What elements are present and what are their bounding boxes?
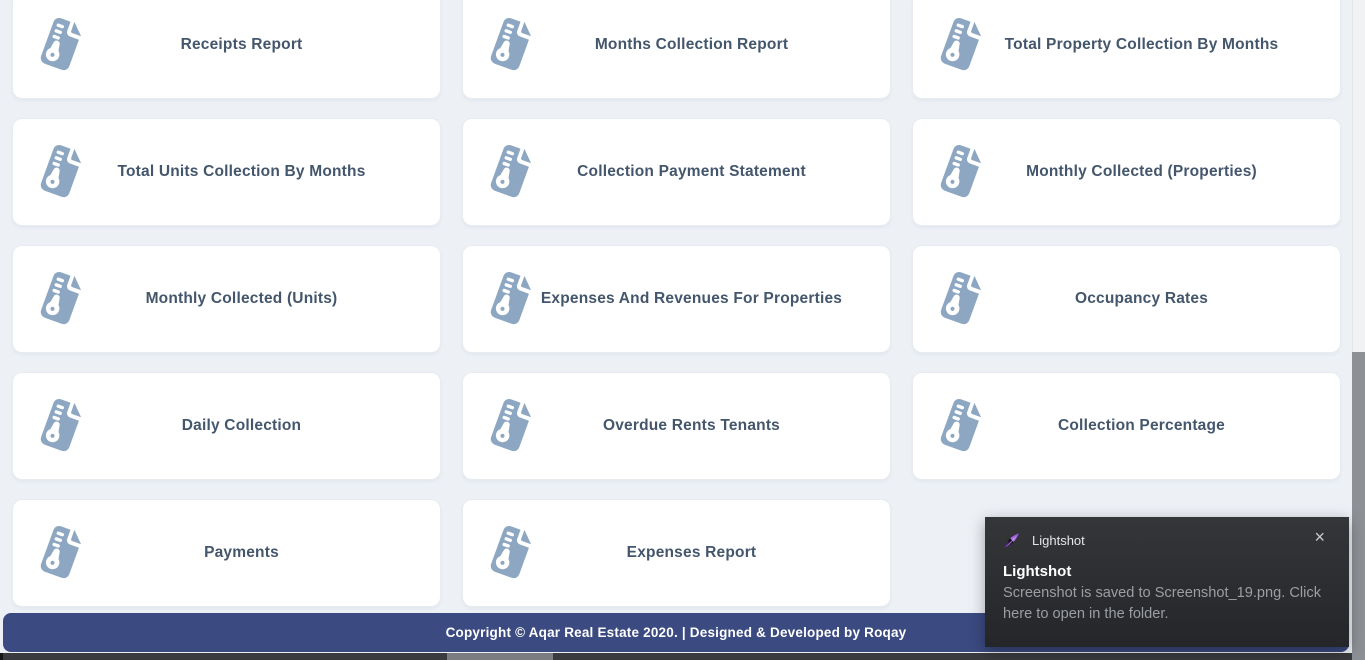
report-card[interactable]: Monthly Collected (Units): [12, 245, 441, 353]
report-file-icon: [940, 398, 982, 452]
report-card[interactable]: Payments: [12, 499, 441, 607]
report-file-icon: [40, 17, 82, 71]
report-file-icon: [40, 271, 82, 325]
toast-body-text[interactable]: Screenshot is saved to Screenshot_19.png…: [1003, 583, 1327, 624]
report-card[interactable]: Receipts Report: [12, 0, 441, 99]
close-icon[interactable]: ×: [1314, 528, 1325, 546]
report-card[interactable]: Overdue Rents Tenants: [462, 372, 891, 480]
report-file-icon: [40, 525, 82, 579]
report-card[interactable]: Monthly Collected (Properties): [912, 118, 1341, 226]
report-file-icon: [40, 144, 82, 198]
report-file-icon: [940, 144, 982, 198]
report-file-icon: [490, 271, 532, 325]
report-card[interactable]: Months Collection Report: [462, 0, 891, 99]
report-card[interactable]: Daily Collection: [12, 372, 441, 480]
report-file-icon: [490, 144, 532, 198]
toast-title: Lightshot: [1003, 563, 1072, 580]
reports-grid: Receipts Report Months Collection Report: [12, 0, 1342, 607]
lightshot-notification[interactable]: Lightshot × Lightshot Screenshot is save…: [985, 517, 1349, 647]
report-file-icon: [490, 17, 532, 71]
lightshot-feather-icon: [1005, 532, 1019, 548]
report-file-icon: [940, 271, 982, 325]
report-file-icon: [40, 398, 82, 452]
report-card[interactable]: Expenses And Revenues For Properties: [462, 245, 891, 353]
report-card[interactable]: Expenses Report: [462, 499, 891, 607]
report-card[interactable]: Occupancy Rates: [912, 245, 1341, 353]
taskbar-active-segment: [447, 653, 553, 660]
report-file-icon: [490, 398, 532, 452]
report-card[interactable]: Total Units Collection By Months: [12, 118, 441, 226]
report-card[interactable]: Collection Percentage: [912, 372, 1341, 480]
report-card[interactable]: Total Property Collection By Months: [912, 0, 1341, 99]
report-file-icon: [940, 17, 982, 71]
scrollbar-thumb[interactable]: [1352, 352, 1365, 660]
taskbar-left-cap: [0, 653, 3, 660]
toast-header: Lightshot: [1003, 530, 1333, 550]
footer-copyright-text: Copyright © Aqar Real Estate 2020. | Des…: [445, 625, 907, 640]
report-card[interactable]: Collection Payment Statement: [462, 118, 891, 226]
report-file-icon: [490, 525, 532, 579]
taskbar-strip: [0, 653, 1352, 660]
toast-app-name: Lightshot: [1032, 532, 1085, 548]
